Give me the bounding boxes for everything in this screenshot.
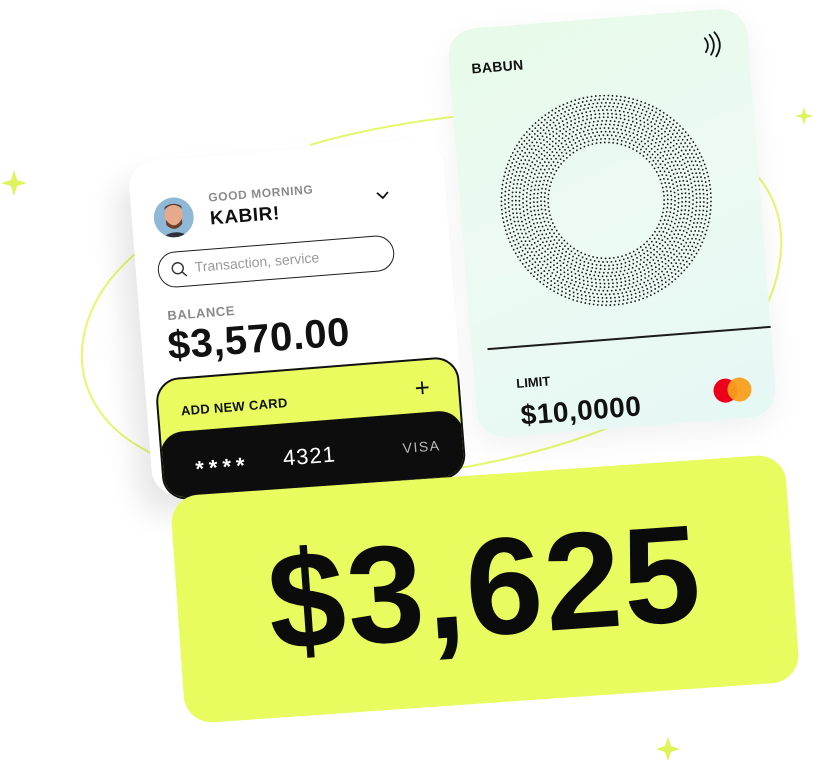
limit-label: LIMIT xyxy=(515,373,551,391)
amount-badge: $3,625 xyxy=(169,453,801,725)
card-last-four: 4321 xyxy=(282,441,337,471)
mastercard-icon xyxy=(713,377,752,403)
search-icon xyxy=(171,262,188,277)
dotted-ring-graphic xyxy=(500,94,712,307)
plus-icon[interactable]: + xyxy=(414,372,431,403)
card-divider xyxy=(487,325,771,351)
card-brand-name: BABUN xyxy=(470,56,524,77)
credit-card[interactable]: BABUN LIMIT $10,0000 xyxy=(446,6,778,440)
nfc-icon xyxy=(703,31,721,58)
sparkle-icon xyxy=(1,170,27,196)
limit-value: $10,0000 xyxy=(519,390,643,431)
avatar[interactable] xyxy=(152,196,195,239)
app-panel: GOOD MORNING KABIR! Transaction, service… xyxy=(127,138,468,502)
greeting-label: GOOD MORNING xyxy=(207,182,314,205)
user-name: KABIR! xyxy=(209,203,281,230)
add-card-label: ADD NEW CARD xyxy=(180,395,289,419)
chevron-down-icon[interactable] xyxy=(375,190,390,201)
search-input[interactable]: Transaction, service xyxy=(156,234,396,289)
card-number-mask: **** xyxy=(194,452,251,482)
search-placeholder: Transaction, service xyxy=(194,249,320,275)
highlight-amount: $3,625 xyxy=(263,496,707,680)
card-network-label: VISA xyxy=(402,437,442,457)
sparkle-icon xyxy=(795,107,813,125)
sparkle-icon xyxy=(656,737,680,761)
